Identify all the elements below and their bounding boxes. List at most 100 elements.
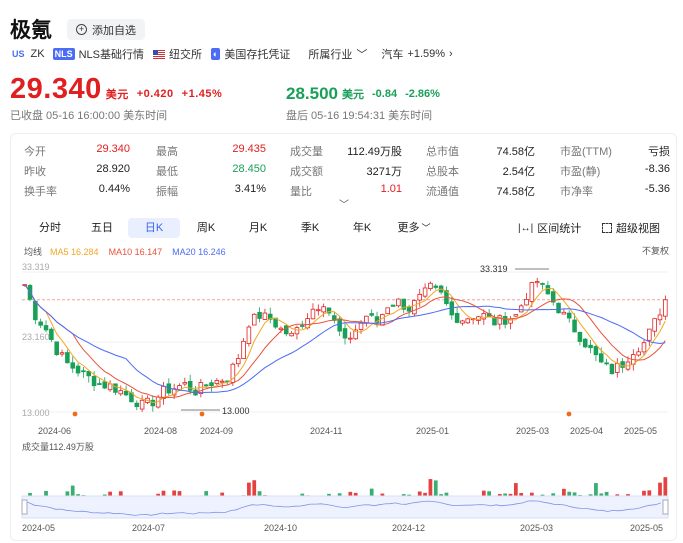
- candle-body: [369, 313, 374, 316]
- candle-body: [417, 293, 423, 301]
- candle-body: [529, 282, 535, 302]
- candle-body: [534, 281, 540, 284]
- candle-body: [70, 362, 75, 369]
- candle-body: [316, 309, 321, 312]
- candle-body: [43, 325, 49, 331]
- candle-body: [433, 285, 439, 288]
- candle-body: [518, 305, 524, 313]
- candle-body: [604, 362, 609, 365]
- candle-body: [134, 402, 140, 408]
- candle-body: [38, 321, 43, 326]
- candle-body: [663, 299, 668, 317]
- candle-body: [203, 384, 209, 387]
- event-dot: [566, 411, 572, 417]
- candle-body: [59, 352, 65, 355]
- candle-body: [182, 382, 188, 385]
- candle-body: [657, 314, 663, 321]
- x-tick-label: 2025-05: [624, 426, 657, 436]
- candle-body: [636, 351, 641, 356]
- min-price-label: 13.000: [222, 406, 250, 416]
- candle-body: [524, 298, 529, 306]
- candle-body: [460, 320, 465, 324]
- candle-body: [406, 306, 412, 312]
- candle-body: [81, 370, 86, 373]
- candle-body: [582, 338, 588, 348]
- candle-body: [540, 283, 545, 285]
- candle-body: [102, 381, 108, 389]
- candle-body: [278, 327, 284, 330]
- candle-body: [97, 383, 102, 385]
- candle-body: [187, 380, 193, 391]
- navigator-tick-label: 2024-10: [264, 523, 297, 533]
- candle-body: [492, 317, 497, 326]
- candle-body: [75, 365, 81, 374]
- volume-label: 成交量112.49万股: [22, 441, 94, 452]
- candle-body: [588, 344, 593, 349]
- candle-body: [545, 285, 551, 295]
- candle-body: [150, 399, 156, 407]
- candle-body: [396, 298, 401, 307]
- candle-body: [342, 328, 348, 339]
- candle-body: [33, 300, 38, 321]
- candle-body: [513, 314, 519, 317]
- candle-body: [257, 311, 262, 319]
- x-tick-label: 2025-04: [570, 426, 603, 436]
- navigator-left-handle: [21, 499, 28, 515]
- candle-body: [647, 328, 652, 341]
- navigator-tick-label: 2024-05: [22, 523, 55, 533]
- candle-body: [91, 376, 97, 387]
- candle-body: [209, 382, 214, 387]
- candle-body: [609, 363, 615, 375]
- candle-body: [566, 312, 572, 319]
- candle-body: [454, 312, 460, 323]
- candle-body: [214, 380, 220, 384]
- candle-body: [593, 346, 599, 356]
- candle-body: [123, 390, 129, 396]
- x-tick-label: 2024-06: [38, 426, 71, 436]
- candle-body: [428, 282, 433, 289]
- candle-body: [502, 316, 508, 325]
- candle-body: [380, 314, 385, 326]
- candle-body: [641, 342, 647, 353]
- max-price-label: 33.319: [480, 264, 508, 274]
- candle-body: [262, 312, 268, 320]
- y-tick-label: 13.000: [22, 408, 50, 418]
- x-tick-label: 2024-09: [200, 426, 233, 436]
- candle-body: [86, 370, 92, 377]
- candle-body: [113, 383, 118, 393]
- candle-body: [118, 390, 124, 395]
- x-tick-label: 2024-08: [144, 426, 177, 436]
- x-tick-label: 2025-01: [416, 426, 449, 436]
- candle-body: [422, 287, 428, 297]
- candle-body: [294, 327, 300, 335]
- navigator-tick-label: 2024-12: [392, 523, 425, 533]
- candle-body: [556, 302, 561, 314]
- navigator-tick-label: 2024-07: [132, 523, 165, 533]
- candle-body: [615, 363, 620, 373]
- candle-body: [300, 325, 305, 327]
- candle-body: [561, 311, 567, 315]
- x-tick-label: 2025-03: [516, 426, 549, 436]
- candle-body: [321, 306, 326, 313]
- candle-body: [54, 341, 59, 356]
- y-tick-label: 23.160: [22, 332, 50, 342]
- candle-body: [577, 331, 583, 342]
- candle-body: [251, 313, 257, 326]
- candle-body: [49, 328, 54, 340]
- navigator-right-handle: [662, 499, 669, 515]
- navigator-tick-label: 2025-05: [630, 523, 663, 533]
- candle-body: [235, 358, 241, 365]
- candle-body: [620, 361, 625, 368]
- candle-body: [65, 352, 70, 364]
- candle-body: [348, 337, 353, 340]
- candle-body: [241, 340, 246, 359]
- y-tick-label: 33.319: [22, 262, 50, 272]
- candle-body: [390, 304, 396, 307]
- candle-body: [385, 307, 390, 315]
- candle-body: [219, 380, 225, 383]
- candle-body: [465, 318, 471, 324]
- candle-body: [310, 308, 316, 320]
- candle-body: [337, 318, 342, 332]
- event-dot: [199, 411, 205, 417]
- kline-chart[interactable]: 33.319 23.160 13.000 33.319 13.000 2024-06 202…: [0, 0, 683, 543]
